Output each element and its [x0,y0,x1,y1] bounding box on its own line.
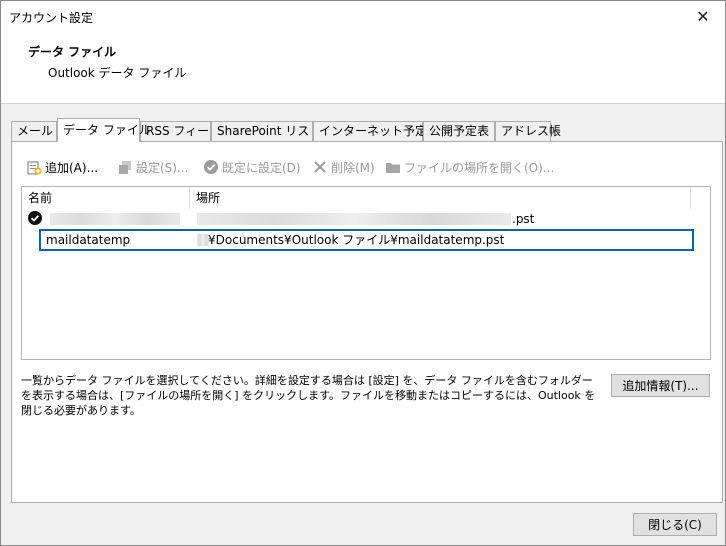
tab-published-calendars[interactable]: 公開予定表 [423,121,495,142]
folder-icon [385,159,401,175]
column-header-name[interactable]: 名前 [22,187,190,209]
delete-button[interactable]: 削除(M) [312,157,375,177]
open-file-location-label: ファイルの場所を開く(O)... [404,160,555,175]
tab-mail[interactable]: メール [11,121,57,142]
list-item[interactable]: .pst [22,209,710,229]
title-bar: アカウント設定 ✕ [1,1,725,32]
file-location: ¥Documents¥Outlook ファイル¥maildatatemp.pst [208,233,505,247]
header-title: データ ファイル [28,45,117,59]
settings-button-label: 設定(S)... [136,160,189,175]
window-title: アカウント設定 [9,11,94,25]
add-file-icon [26,159,42,175]
toolbar: 追加(A)... 設定(S)... 既定に設定(D) 削除(M) ファイルの場所… [26,157,716,177]
set-default-button[interactable]: 既定に設定(D) [203,157,301,177]
column-header-location[interactable]: 場所 [190,187,691,209]
checkmark-circle-icon [203,159,219,175]
delete-button-label: 削除(M) [331,160,375,175]
header-subtitle: Outlook データ ファイル [48,66,187,80]
data-files-panel: 追加(A)... 設定(S)... 既定に設定(D) 削除(M) ファイルの場所… [11,141,723,503]
add-button-label: 追加(A)... [45,160,99,175]
list-header: 名前 場所 [22,187,710,209]
more-info-button[interactable]: 追加情報(T)... [611,374,710,397]
close-icon[interactable]: ✕ [681,1,725,32]
default-checkmark-icon [28,211,42,231]
list-item[interactable]: maildatatemp ¥Documents¥Outlook ファイル¥mai… [22,229,710,251]
add-button[interactable]: 追加(A)... [26,157,98,177]
tab-internet-calendars[interactable]: インターネット予定表 [313,121,439,142]
account-settings-dialog: アカウント設定 ✕ データ ファイル Outlook データ ファイル メール … [0,0,726,546]
close-button[interactable]: 閉じる(C) [633,513,717,536]
file-location: .pst [512,212,535,226]
settings-button[interactable]: 設定(S)... [117,157,188,177]
open-file-location-button[interactable]: ファイルの場所を開く(O)... [385,157,554,177]
dialog-header: データ ファイル Outlook データ ファイル [1,32,725,104]
data-file-list: 名前 場所 .pst maildatatemp ¥Documents¥Outlo… [21,186,711,360]
tab-data-files[interactable]: データ ファイル [57,118,151,142]
description-text: 一覧からデータ ファイルを選択してください。詳細を設定する場合は [設定] を、… [21,374,596,417]
set-default-button-label: 既定に設定(D) [222,160,301,175]
tab-strip: メール データ ファイル RSS フィード SharePoint リスト インタ… [11,118,723,142]
file-name: maildatatemp [46,233,131,247]
tab-sharepoint-lists[interactable]: SharePoint リスト [211,121,321,142]
redacted-path [197,213,511,225]
settings-icon [117,159,133,175]
tab-address-books[interactable]: アドレス帳 [495,121,561,142]
delete-x-icon [312,159,328,175]
redacted-name [50,213,180,225]
